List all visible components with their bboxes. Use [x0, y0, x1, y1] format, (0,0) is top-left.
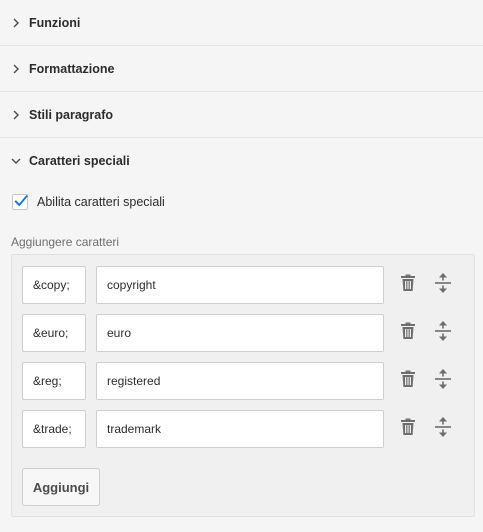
enable-special-chars-row[interactable]: Abilita caratteri speciali: [12, 194, 165, 210]
delete-button[interactable]: [396, 271, 420, 295]
chevron-right-icon: [11, 64, 21, 74]
char-name-input[interactable]: euro: [96, 314, 384, 352]
move-vertical-icon: [435, 321, 451, 341]
trash-icon: [401, 274, 415, 291]
section-title: Funzioni: [29, 15, 81, 30]
trash-icon: [401, 418, 415, 435]
char-name-input[interactable]: registered: [96, 362, 384, 400]
section-formattazione[interactable]: Formattazione: [0, 46, 483, 92]
reorder-handle[interactable]: [431, 319, 455, 343]
section-title: Stili paragrafo: [29, 107, 114, 122]
move-vertical-icon: [435, 417, 451, 437]
reorder-handle[interactable]: [431, 271, 455, 295]
delete-button[interactable]: [396, 415, 420, 439]
char-code-input[interactable]: &trade;: [22, 410, 86, 448]
chevron-right-icon: [11, 18, 21, 28]
trash-icon: [401, 322, 415, 339]
char-code-input[interactable]: &copy;: [22, 266, 86, 304]
trash-icon: [401, 370, 415, 387]
chevron-down-icon: [11, 156, 21, 166]
enable-special-chars-checkbox[interactable]: [12, 194, 28, 210]
reorder-handle[interactable]: [431, 415, 455, 439]
move-vertical-icon: [435, 273, 451, 293]
move-vertical-icon: [435, 369, 451, 389]
delete-button[interactable]: [396, 319, 420, 343]
char-code-input[interactable]: &reg;: [22, 362, 86, 400]
reorder-handle[interactable]: [431, 367, 455, 391]
section-title: Caratteri speciali: [29, 154, 130, 168]
section-funzioni[interactable]: Funzioni: [0, 0, 483, 46]
delete-button[interactable]: [396, 367, 420, 391]
add-characters-label: Aggiungere caratteri: [11, 235, 120, 249]
special-chars-multifield: &copy; copyright &euro; euro &reg; regis…: [11, 254, 475, 517]
char-name-input[interactable]: trademark: [96, 410, 384, 448]
section-title: Formattazione: [29, 61, 115, 76]
section-stili-paragrafo[interactable]: Stili paragrafo: [0, 92, 483, 138]
enable-special-chars-label: Abilita caratteri speciali: [37, 195, 165, 209]
char-code-input[interactable]: &euro;: [22, 314, 86, 352]
chevron-right-icon: [11, 110, 21, 120]
checkmark-icon: [14, 195, 28, 206]
add-button[interactable]: Aggiungi: [22, 468, 100, 506]
char-name-input[interactable]: copyright: [96, 266, 384, 304]
section-caratteri-speciali[interactable]: Caratteri speciali: [0, 138, 483, 184]
